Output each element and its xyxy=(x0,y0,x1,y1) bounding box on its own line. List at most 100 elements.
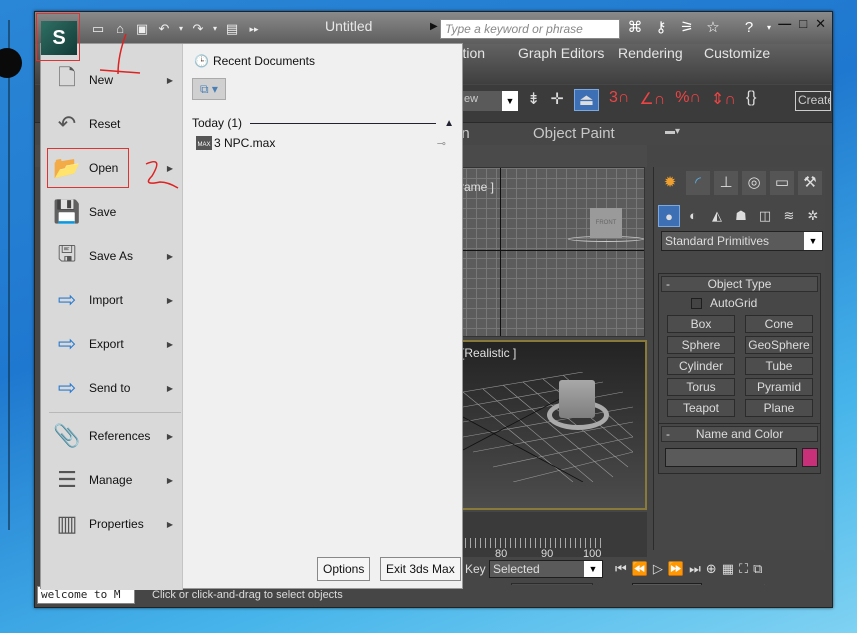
search-input[interactable]: Type a keyword or phrase xyxy=(440,19,620,39)
redo-dropdown-icon[interactable]: ▾ xyxy=(211,20,219,38)
spinner-snap-icon[interactable]: ⇕∩ xyxy=(711,89,736,111)
create-tab-icon[interactable]: ✹ xyxy=(658,171,682,195)
redo-icon[interactable]: ↷ xyxy=(189,20,207,38)
previous-frame-icon[interactable]: ⏪ xyxy=(632,561,648,577)
maximize-button[interactable]: □ xyxy=(799,16,807,32)
application-button[interactable]: S xyxy=(36,13,80,61)
rollout-header[interactable]: - Object Type xyxy=(661,276,818,292)
menu-graph-editors[interactable]: Graph Editors xyxy=(518,45,604,61)
named-selection-field[interactable]: Create xyxy=(795,91,831,111)
modify-tab-icon[interactable]: ◜ xyxy=(686,171,710,195)
edit-named-selection-icon[interactable]: {} xyxy=(746,89,757,111)
zoom-extents-icon[interactable]: ⛶ xyxy=(739,561,748,577)
help-icon[interactable]: ? xyxy=(739,18,759,38)
snaps-toggle-icon[interactable]: 3∩ xyxy=(609,89,629,111)
go-to-start-icon[interactable]: ⏮ xyxy=(615,561,627,577)
motion-tab-icon[interactable]: ◎ xyxy=(742,171,766,195)
options-button[interactable]: Options xyxy=(317,557,371,581)
geosphere-button[interactable]: GeoSphere xyxy=(745,336,813,354)
auto-key-button[interactable]: Key xyxy=(465,562,486,576)
pin-icon[interactable]: ⊸ xyxy=(437,137,446,150)
rollout-header[interactable]: - Name and Color xyxy=(661,426,818,442)
viewcube[interactable]: FRONT xyxy=(590,208,622,238)
viewport-perspective[interactable]: [Realistic ] xyxy=(455,340,647,510)
ribbon-tab-object-paint[interactable]: Object Paint xyxy=(533,125,615,142)
key-icon[interactable]: ⚷ xyxy=(651,18,671,38)
project-folder-icon[interactable]: ▤ xyxy=(223,20,241,38)
next-frame-icon[interactable]: ⏩ xyxy=(668,561,684,577)
recent-group-header[interactable]: Today (1) ▲ xyxy=(192,116,454,130)
plane-button[interactable]: Plane xyxy=(745,399,813,417)
object-color-swatch[interactable] xyxy=(802,448,818,467)
angle-snap-icon[interactable]: ∠∩ xyxy=(639,89,665,111)
zoom-icon[interactable]: ⊕ xyxy=(706,561,717,577)
go-to-end-icon[interactable]: ⏭ xyxy=(689,561,701,577)
pyramid-button[interactable]: Pyramid xyxy=(745,378,813,396)
play-icon[interactable]: ▷ xyxy=(653,561,663,577)
select-manipulate-icon[interactable]: ✛ xyxy=(550,89,563,111)
reference-coord-dropdown[interactable]: ew ▼ xyxy=(460,91,518,111)
zoom-extents-all-icon[interactable]: ⧉ xyxy=(753,561,762,577)
cylinder-button[interactable]: Cylinder xyxy=(667,357,735,375)
sphere-button[interactable]: Sphere xyxy=(667,336,735,354)
object-name-input[interactable] xyxy=(665,448,797,467)
cameras-icon[interactable]: ☗ xyxy=(730,205,752,227)
minimize-button[interactable]: — xyxy=(778,16,791,32)
box-button[interactable]: Box xyxy=(667,315,735,333)
menu-item-properties[interactable]: ▥ Properties ▶ xyxy=(51,504,177,544)
systems-icon[interactable]: ✲ xyxy=(802,205,824,227)
viewport-label[interactable]: [Realistic ] xyxy=(461,346,516,360)
save-icon[interactable]: ▣ xyxy=(133,20,151,38)
undo-dropdown-icon[interactable]: ▾ xyxy=(177,20,185,38)
helpers-icon[interactable]: ◫ xyxy=(754,205,776,227)
satellite-icon[interactable]: ⚞ xyxy=(677,18,697,38)
help-dropdown-icon[interactable]: ▾ xyxy=(765,18,773,38)
shapes-icon[interactable]: ◐ xyxy=(682,205,704,227)
space-warps-icon[interactable]: ≋ xyxy=(778,205,800,227)
close-button[interactable]: ✕ xyxy=(815,16,826,32)
lights-icon[interactable]: ◭ xyxy=(706,205,728,227)
new-file-icon[interactable]: ▭ xyxy=(89,20,107,38)
menu-item-export[interactable]: ⇨ Export ▶ xyxy=(51,324,177,364)
undo-icon[interactable]: ↶ xyxy=(155,20,173,38)
view-options-dropdown[interactable]: ⧉ ▾ xyxy=(192,78,226,100)
menu-item-reset[interactable]: ↶ Reset xyxy=(51,104,177,144)
autogrid-checkbox[interactable] xyxy=(691,297,702,309)
category-dropdown[interactable]: Standard Primitives ▼ xyxy=(661,231,823,251)
ribbon-options-icon[interactable]: ▬▾ xyxy=(665,126,680,137)
key-mode-dropdown[interactable]: Selected ▼ xyxy=(489,560,603,578)
geometry-icon[interactable]: ● xyxy=(658,205,680,227)
open-folder-icon[interactable]: ⌂ xyxy=(111,20,129,38)
menu-item-references[interactable]: 📎 References ▶ xyxy=(51,416,177,456)
zoom-all-icon[interactable]: ▦ xyxy=(722,561,734,577)
collapse-caret-icon[interactable]: ▲ xyxy=(444,118,454,129)
menu-rendering[interactable]: Rendering xyxy=(618,45,683,61)
menu-item-save-as[interactable]: 🖫 Save As ▶ xyxy=(51,236,177,276)
timeline[interactable]: 80 90 100 xyxy=(455,512,647,560)
display-tab-icon[interactable]: ▭ xyxy=(770,171,794,195)
recent-file-item[interactable]: MAX 3 NPC.max ⊸ xyxy=(196,136,446,150)
teapot-button[interactable]: Teapot xyxy=(667,399,735,417)
torus-button[interactable]: Torus xyxy=(667,378,735,396)
utilities-tab-icon[interactable]: ⚒ xyxy=(798,171,822,195)
binoculars-icon[interactable]: ⌘ xyxy=(625,18,645,38)
tube-button[interactable]: Tube xyxy=(745,357,813,375)
more-icon[interactable]: ▸▸ xyxy=(245,20,263,38)
cone-button[interactable]: Cone xyxy=(745,315,813,333)
menu-item-new[interactable]: 🗋 New ▶ xyxy=(51,60,177,100)
search-expand-icon[interactable]: ▶ xyxy=(430,21,438,32)
exit-button[interactable]: Exit 3ds Max xyxy=(380,557,461,581)
viewport-label[interactable]: rame ] xyxy=(460,180,494,194)
keyboard-shortcut-toggle-icon[interactable]: ⏏ xyxy=(573,89,599,111)
percent-snap-icon[interactable]: %∩ xyxy=(675,89,701,111)
star-icon[interactable]: ☆ xyxy=(703,18,723,38)
menu-item-send-to[interactable]: ⇨ Send to ▶ xyxy=(51,368,177,408)
menu-item-manage[interactable]: ☰ Manage ▶ xyxy=(51,460,177,500)
menu-item-import[interactable]: ⇨ Import ▶ xyxy=(51,280,177,320)
pivot-icon[interactable]: ⇟ xyxy=(527,89,540,111)
viewport-front[interactable]: rame ] FRONT xyxy=(455,167,645,337)
hierarchy-tab-icon[interactable]: ⊥ xyxy=(714,171,738,195)
viewcube[interactable] xyxy=(559,380,595,418)
menu-item-save[interactable]: 💾 Save xyxy=(51,192,177,232)
menu-customize[interactable]: Customize xyxy=(704,45,770,61)
